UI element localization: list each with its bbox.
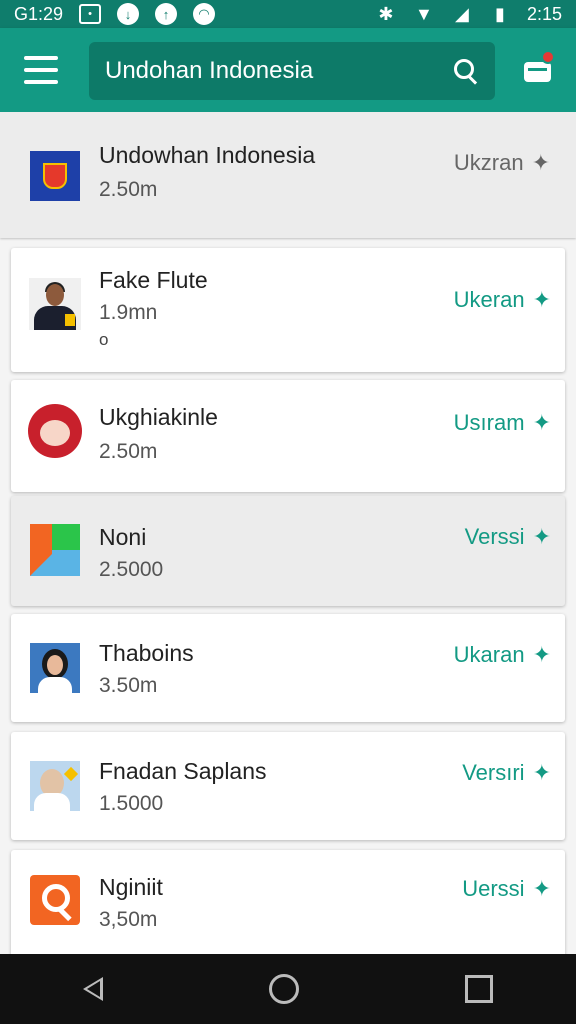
star-icon: ✦ bbox=[532, 524, 551, 549]
status-bar: G1:29 • ↓ ↑ ◠ ✱ ▼ ◢ ▮ 2:15 bbox=[0, 0, 576, 28]
item-title: Fnadan Saplans bbox=[99, 758, 267, 784]
item-action-button[interactable]: Versıri ✦ bbox=[462, 760, 551, 786]
back-icon[interactable] bbox=[83, 977, 103, 1001]
item-action-button[interactable]: Usıram ✦ bbox=[454, 410, 551, 436]
wifi-icon: ▼ bbox=[415, 3, 433, 24]
item-title: Fake Flute bbox=[99, 267, 208, 293]
item-action-label: Ukeran bbox=[453, 287, 525, 312]
star-icon: ✦ bbox=[531, 150, 550, 175]
item-action-label: Verssi bbox=[464, 524, 525, 549]
app-list: Undowhan Indonesia 2.50m Ukzran ✦ Fake F… bbox=[0, 112, 576, 954]
item-size: 3.50m bbox=[99, 674, 158, 697]
item-size: 3,50m bbox=[99, 908, 158, 931]
item-action-button[interactable]: Verssi ✦ bbox=[465, 524, 551, 550]
tiles-icon bbox=[29, 524, 81, 576]
item-action-button[interactable]: Ukeran ✦ bbox=[454, 287, 551, 313]
item-size: 2.5000 bbox=[99, 558, 164, 581]
home-icon[interactable] bbox=[269, 974, 299, 1004]
app-bar: Undohan Indonesia bbox=[0, 28, 576, 112]
portrait-icon bbox=[29, 760, 81, 812]
status-time-right: 2:15 bbox=[526, 3, 562, 24]
crest-icon bbox=[30, 151, 80, 201]
magnify-icon bbox=[29, 874, 81, 926]
status-time-left: G1:29 bbox=[14, 3, 64, 24]
search-icon[interactable] bbox=[453, 58, 479, 84]
item-size: 1.9mn bbox=[99, 301, 158, 324]
item-title: Undowhan Indonesia bbox=[99, 142, 316, 168]
list-item[interactable]: Fnadan Saplans 1.5000 Versıri ✦ bbox=[11, 732, 565, 840]
upload-icon: ↑ bbox=[155, 3, 178, 25]
search-input[interactable]: Undohan Indonesia bbox=[105, 57, 313, 85]
doll-icon bbox=[27, 402, 83, 460]
download-icon: ↓ bbox=[117, 3, 140, 25]
person-icon bbox=[29, 278, 81, 330]
bluetooth-icon: ✱ bbox=[378, 3, 394, 24]
star-icon: ✦ bbox=[532, 287, 551, 312]
item-size: 2.50m bbox=[99, 178, 158, 201]
list-item[interactable]: Undowhan Indonesia 2.50m Ukzran ✦ bbox=[0, 112, 576, 238]
navigation-bar bbox=[0, 954, 576, 1024]
item-title: Nginiit bbox=[99, 874, 163, 900]
cart-button[interactable] bbox=[522, 50, 555, 84]
item-action-label: Usıram bbox=[453, 410, 525, 435]
battery-icon: ▮ bbox=[495, 3, 505, 24]
item-title: Ukghiakinle bbox=[99, 404, 218, 430]
list-item[interactable]: Fake Flute 1.9mn o Ukeran ✦ bbox=[11, 248, 565, 372]
list-item[interactable]: Nginiit 3,50m Uerssi ✦ bbox=[11, 850, 565, 954]
signal-icon: ◢ bbox=[455, 3, 469, 24]
item-action-button[interactable]: Ukzran ✦ bbox=[454, 150, 550, 176]
list-item[interactable]: Noni 2.5000 Verssi ✦ bbox=[11, 496, 565, 606]
recent-apps-icon[interactable] bbox=[465, 975, 493, 1003]
item-action-label: Uerssi bbox=[462, 876, 525, 901]
item-subtag: o bbox=[99, 330, 109, 349]
star-icon: ✦ bbox=[532, 876, 551, 901]
item-action-button[interactable]: Uerssi ✦ bbox=[462, 876, 551, 902]
item-action-button[interactable]: Ukaran ✦ bbox=[454, 642, 551, 668]
sync-icon: ◠ bbox=[193, 3, 216, 25]
item-action-label: Ukaran bbox=[453, 642, 525, 667]
item-size: 1.5000 bbox=[99, 792, 164, 815]
item-size: 2.50m bbox=[99, 440, 158, 463]
notification-badge bbox=[541, 50, 555, 64]
list-item[interactable]: Thaboins 3.50m Ukaran ✦ bbox=[11, 614, 565, 722]
star-icon: ✦ bbox=[532, 760, 551, 785]
cart-icon bbox=[524, 62, 551, 82]
star-icon: ✦ bbox=[532, 642, 551, 667]
search-field[interactable]: Undohan Indonesia bbox=[89, 42, 495, 100]
portrait-icon bbox=[29, 642, 81, 694]
menu-icon[interactable] bbox=[24, 56, 58, 84]
star-icon: ✦ bbox=[532, 410, 551, 435]
item-title: Noni bbox=[99, 524, 147, 550]
item-action-label: Ukzran bbox=[453, 150, 524, 175]
notification-icon: • bbox=[79, 4, 102, 24]
item-action-label: Versıri bbox=[462, 760, 525, 785]
list-item[interactable]: Ukghiakinle 2.50m Usıram ✦ bbox=[11, 380, 565, 492]
item-title: Thaboins bbox=[99, 640, 194, 666]
